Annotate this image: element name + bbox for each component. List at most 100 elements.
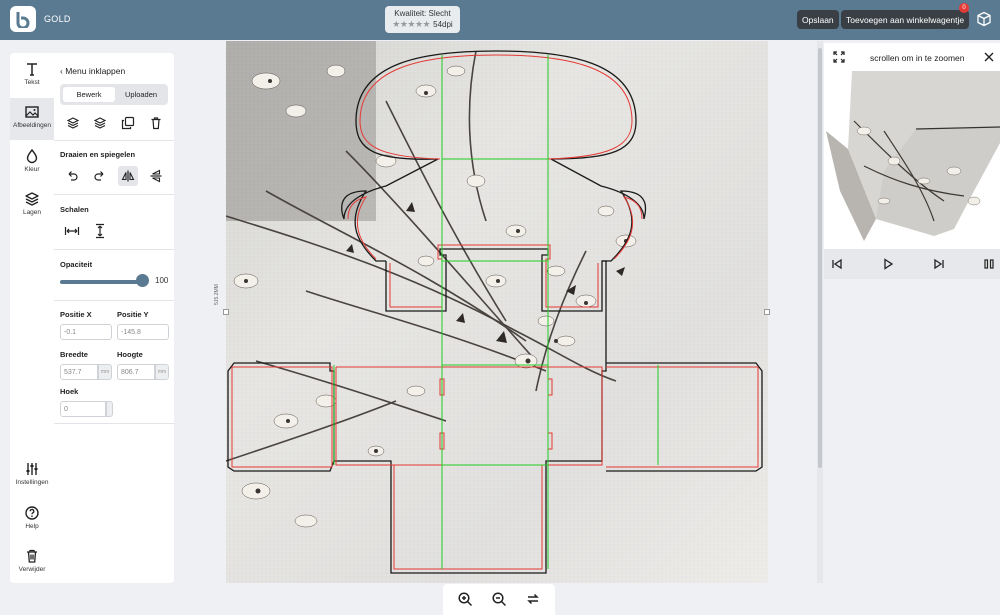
fit-height-button[interactable] <box>90 221 110 241</box>
image-icon <box>25 106 39 118</box>
3d-preview-panel: scrollen om in te zoomen <box>824 43 1000 279</box>
send-backward-button[interactable] <box>90 113 110 133</box>
3d-preview-icon[interactable] <box>976 11 992 27</box>
zoom-toolbar <box>443 584 555 615</box>
collapse-menu-label: Menu inklappen <box>65 66 126 76</box>
trash-icon <box>27 549 37 563</box>
pos-y-input[interactable]: -145.8 <box>117 324 169 340</box>
droplet-icon <box>26 148 38 164</box>
opacity-slider-handle[interactable] <box>136 274 149 287</box>
trash-icon <box>151 117 161 130</box>
layers-icon <box>25 192 39 206</box>
design-canvas[interactable] <box>226 41 768 583</box>
tab-edit[interactable]: Bewerk <box>63 87 115 102</box>
collapse-menu-link[interactable]: ‹ Menu inklappen <box>60 66 125 76</box>
tool-delete[interactable]: Verwijder <box>10 542 54 584</box>
zoom-out-icon[interactable] <box>491 591 507 607</box>
text-icon <box>27 63 37 76</box>
quality-indicator: Kwaliteit: Slecht ★★★★★ 54dpi <box>385 6 460 33</box>
flip-vertical-button[interactable] <box>146 166 166 186</box>
opacity-value: 100 <box>155 276 169 285</box>
shadow-area <box>226 41 376 221</box>
properties-panel: ‹ Menu inklappen Bewerk Uploaden Draaien… <box>54 53 174 583</box>
angle-input[interactable]: 0 <box>60 401 106 417</box>
copy-icon <box>121 116 135 130</box>
app-logo[interactable] <box>10 6 36 32</box>
resize-handle-left[interactable] <box>223 309 229 315</box>
animation-controls <box>824 249 1000 279</box>
divider <box>54 423 174 424</box>
pos-x-input[interactable]: -0.1 <box>60 324 112 340</box>
duplicate-button[interactable] <box>118 113 138 133</box>
help-icon <box>25 506 39 520</box>
flip-horizontal-button[interactable] <box>118 166 138 186</box>
tool-color-label: Kleur <box>24 166 40 173</box>
reset-view-icon[interactable] <box>525 591 541 607</box>
delete-image-button[interactable] <box>146 113 166 133</box>
height-label: Hoogte <box>117 350 143 359</box>
tool-settings-label: Instellingen <box>15 479 49 486</box>
flip-vertical-icon <box>150 169 162 183</box>
sliders-icon <box>26 463 38 475</box>
preview-hint: scrollen om in te zoomen <box>870 53 965 63</box>
height-unit: mm <box>155 364 169 380</box>
height-input[interactable]: 806.7 <box>117 364 155 380</box>
divider <box>54 249 174 250</box>
tool-help[interactable]: Help <box>10 499 54 541</box>
rotate-right-icon <box>94 171 104 181</box>
opacity-slider-track[interactable] <box>60 280 142 284</box>
divider <box>54 140 174 141</box>
close-icon[interactable] <box>984 52 994 62</box>
divider <box>54 300 174 301</box>
quality-stars: ★★★★★ <box>392 19 431 29</box>
skip-back-icon[interactable] <box>830 257 844 271</box>
layer-up-icon <box>66 117 80 129</box>
tool-layers-label: Lagen <box>22 209 42 216</box>
rotate-left-button[interactable] <box>62 166 82 186</box>
tool-images[interactable]: Afbeeldingen <box>10 98 54 140</box>
tool-text[interactable]: Tekst <box>10 55 54 97</box>
skip-forward-icon[interactable] <box>932 257 946 271</box>
flip-horizontal-icon <box>121 170 135 182</box>
quality-label: Kwaliteit: Slecht <box>394 9 451 18</box>
tool-color[interactable]: Kleur <box>10 142 54 184</box>
top-bar: GOLD Kwaliteit: Slecht ★★★★★ 54dpi Opsla… <box>0 0 1000 40</box>
rotate-flip-heading: Draaien en spiegelen <box>60 150 136 159</box>
dpi-value: 54dpi <box>433 20 453 29</box>
fullscreen-icon[interactable] <box>833 51 845 63</box>
fit-width-icon <box>64 227 80 235</box>
scale-heading: Schalen <box>60 205 89 214</box>
rotate-left-icon <box>68 171 78 181</box>
zoom-in-icon[interactable] <box>457 591 473 607</box>
add-to-cart-button[interactable]: Toevoegen aan winkelwagentje <box>841 10 970 29</box>
divider <box>54 194 174 195</box>
tool-sidebar: Tekst Afbeeldingen Kleur Lagen Instellin… <box>10 53 54 583</box>
layer-down-icon <box>93 117 107 129</box>
logo-icon <box>16 12 30 28</box>
resize-handle-right[interactable] <box>764 309 770 315</box>
tool-help-label: Help <box>25 523 39 530</box>
tool-text-label: Tekst <box>24 79 40 86</box>
cart-count-badge: 0 <box>959 3 969 13</box>
angle-stepper[interactable] <box>106 401 113 417</box>
box-3d-preview[interactable] <box>824 71 1000 249</box>
product-name: GOLD <box>44 14 71 24</box>
edit-upload-tabs: Bewerk Uploaden <box>60 84 168 105</box>
tool-settings[interactable]: Instellingen <box>10 455 54 497</box>
bring-forward-button[interactable] <box>63 113 83 133</box>
tab-upload[interactable]: Uploaden <box>115 87 167 102</box>
opacity-heading: Opaciteit <box>60 260 93 269</box>
fit-width-button[interactable] <box>62 221 82 241</box>
pause-icon[interactable] <box>982 257 996 271</box>
play-icon[interactable] <box>881 257 895 271</box>
pos-x-label: Positie X <box>60 310 92 319</box>
scrollbar-thumb[interactable] <box>818 48 822 468</box>
width-label: Breedte <box>60 350 88 359</box>
tool-delete-label: Verwijder <box>18 566 46 573</box>
tool-layers[interactable]: Lagen <box>10 185 54 227</box>
pos-y-label: Positie Y <box>117 310 149 319</box>
rotate-right-button[interactable] <box>90 166 110 186</box>
save-button[interactable]: Opslaan <box>797 10 839 29</box>
width-input[interactable]: 537.7 <box>60 364 98 380</box>
tool-images-label: Afbeeldingen <box>13 122 51 129</box>
